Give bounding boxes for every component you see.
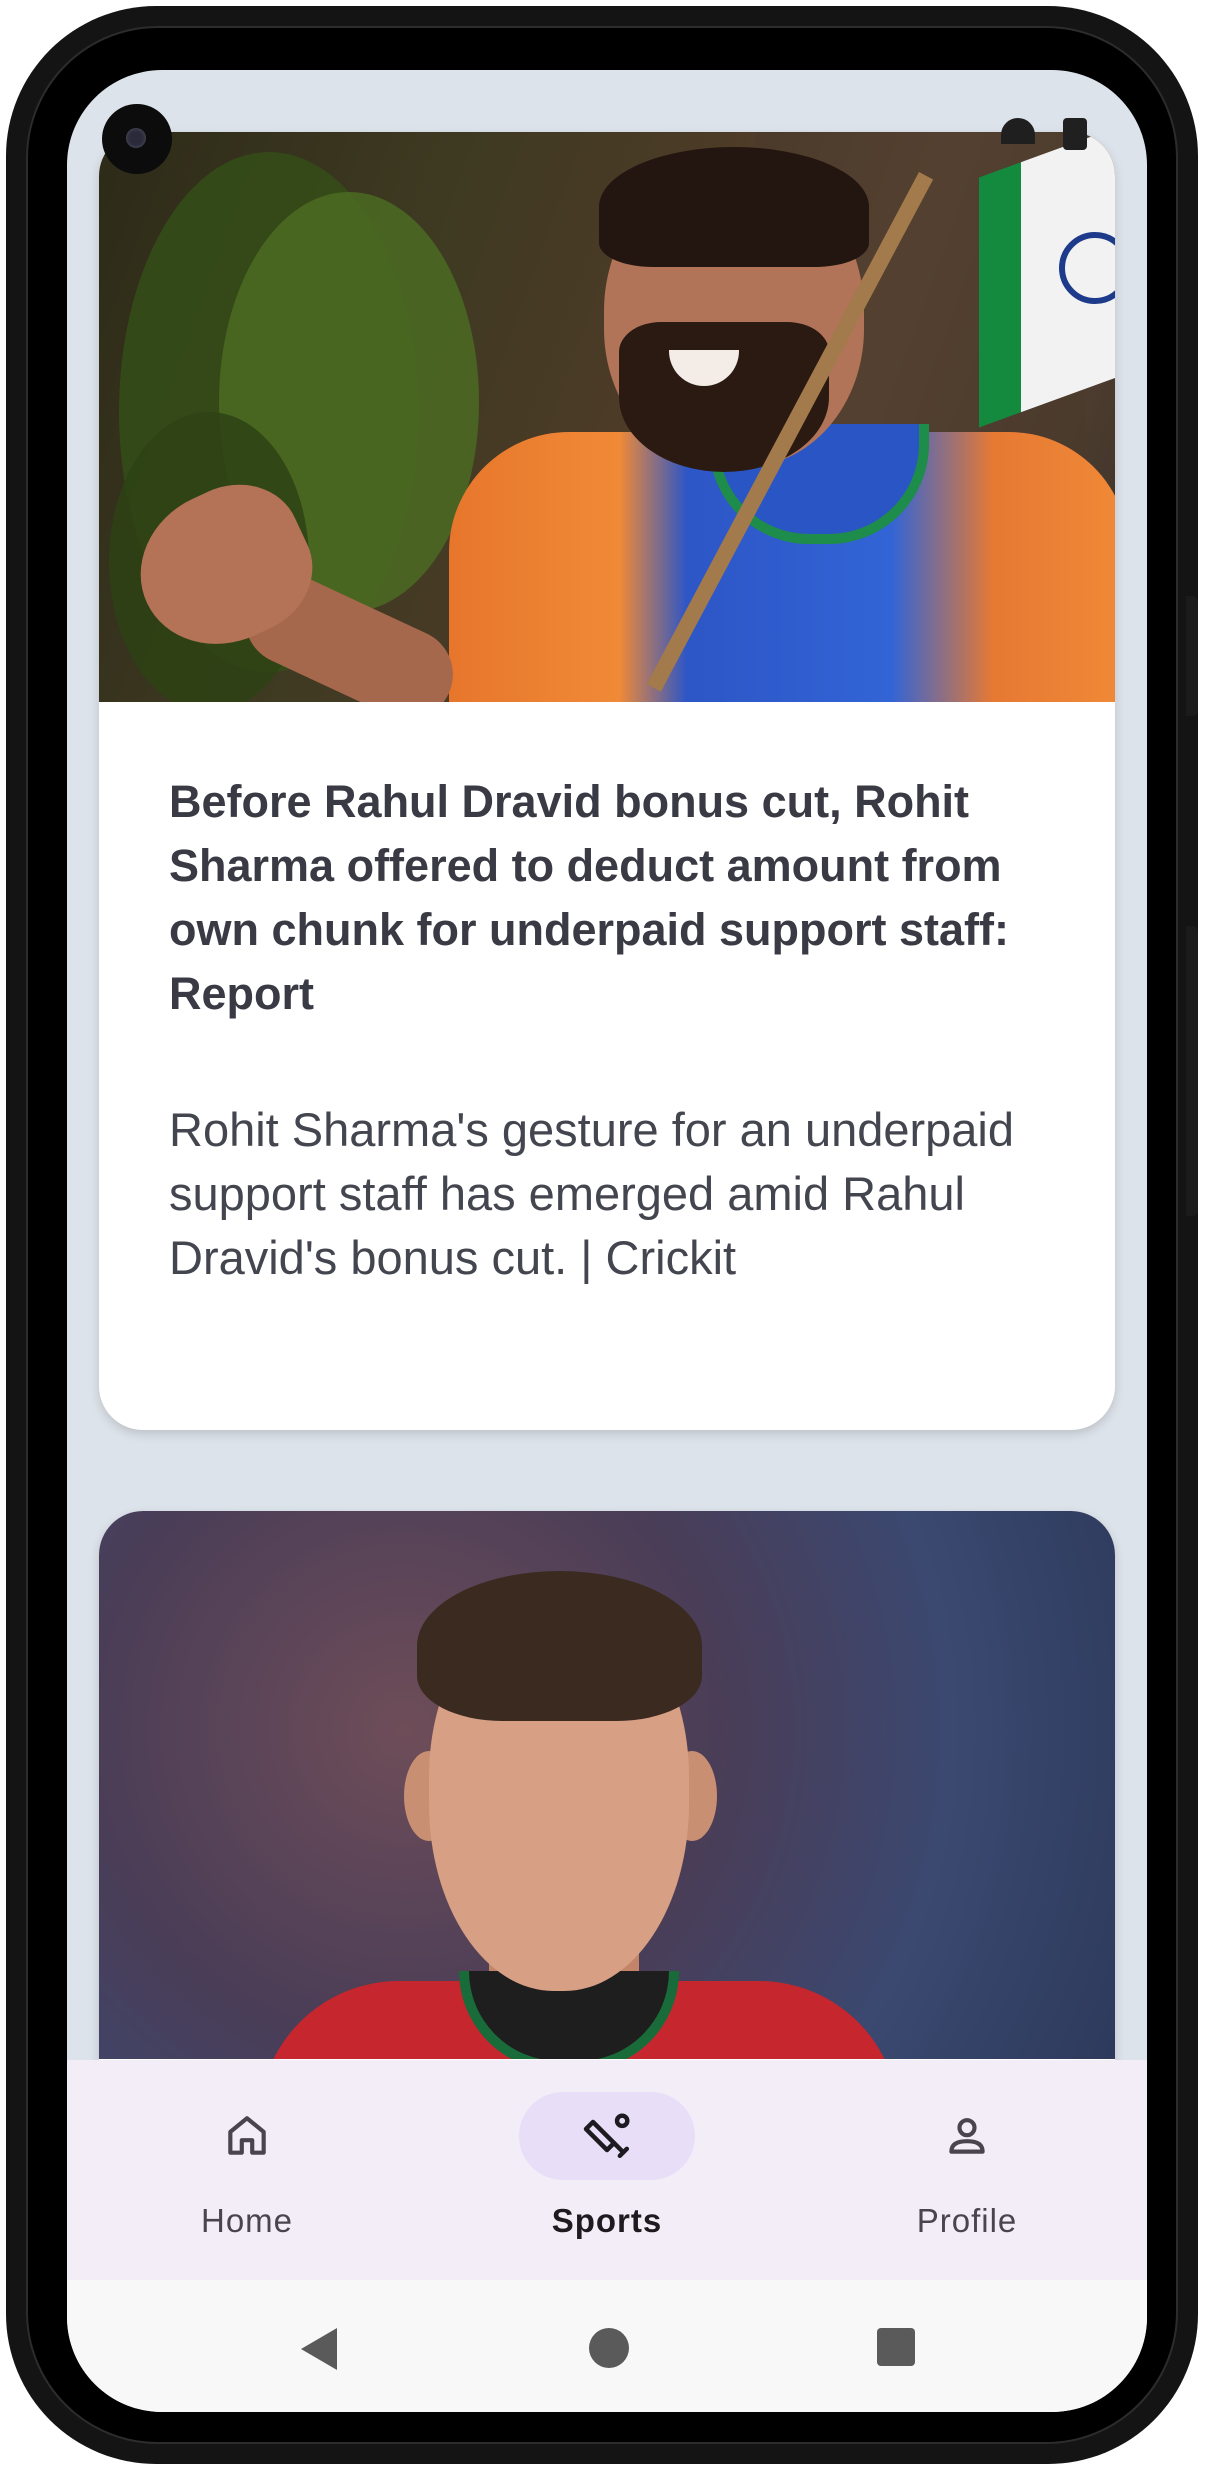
article-headline[interactable]: Before Rahul Dravid bonus cut, Rohit Sha… [169,770,1045,1026]
profile-icon [949,2118,985,2154]
nav-label: Sports [551,2202,663,2239]
article-image [99,1511,1115,2059]
front-camera [102,104,172,174]
sports-cricket-icon [583,2113,630,2159]
nav-item-home[interactable]: Home [67,2060,427,2240]
recents-square-icon[interactable] [875,2326,917,2368]
news-feed[interactable]: Before Rahul Dravid bonus cut, Rohit Sha… [67,70,1147,2060]
article-summary: Rohit Sharma's gesture for an underpaid … [169,1103,1015,1284]
news-card[interactable] [99,1511,1115,2060]
nav-label: Profile [916,2202,1018,2239]
nav-item-sports[interactable]: Sports [427,2060,787,2240]
article-image [99,132,1115,702]
phone-frame: Before Rahul Dravid bonus cut, Rohit Sha… [6,6,1198,2464]
status-bar-icons [1001,118,1087,150]
home-circle-icon[interactable] [587,2326,631,2370]
news-card[interactable]: Before Rahul Dravid bonus cut, Rohit Sha… [99,132,1115,1430]
device-screen: Before Rahul Dravid bonus cut, Rohit Sha… [67,70,1147,2412]
system-navigation-bar [67,2280,1147,2412]
nav-indicator [159,2092,335,2180]
battery-icon [1063,118,1087,150]
home-icon [228,2116,266,2155]
nav-indicator [879,2092,1055,2180]
volume-button [1186,596,1198,716]
nav-indicator [519,2092,695,2180]
wifi-icon [1001,118,1035,144]
nav-item-profile[interactable]: Profile [787,2060,1147,2240]
back-icon[interactable] [297,2326,341,2372]
nav-label: Home [200,2202,294,2239]
power-button [1186,926,1198,1216]
bottom-navigation-bar: Home Sports Profile [67,2060,1147,2280]
